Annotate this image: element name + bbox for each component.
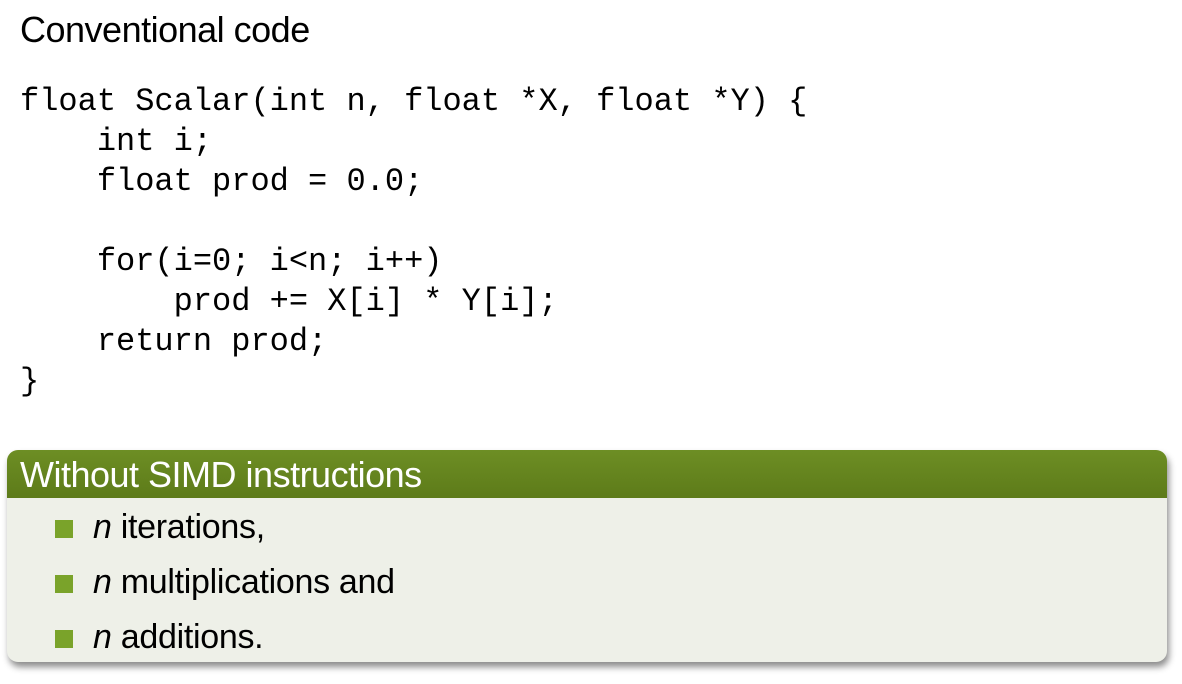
code-line: float prod = 0.0; <box>20 163 424 200</box>
section-heading: Conventional code <box>20 9 310 50</box>
bullet-list: n iterations, n multiplications and n ad… <box>7 498 1167 662</box>
block-title: Without SIMD instructions <box>7 450 1167 498</box>
item-text: n iterations, <box>93 500 265 555</box>
code-line: for(i=0; i<n; i++) <box>20 243 443 280</box>
simd-block: Without SIMD instructions n iterations, … <box>7 450 1167 662</box>
list-item: n additions. <box>7 610 1167 662</box>
code-line: return prod; <box>20 323 328 360</box>
item-text: n multiplications and <box>93 555 395 610</box>
code-line: float Scalar(int n, float *X, float *Y) … <box>20 83 808 120</box>
item-text: n additions. <box>93 610 264 662</box>
square-bullet-icon <box>55 630 73 648</box>
variable-n: n <box>93 563 112 601</box>
square-bullet-icon <box>55 575 73 593</box>
code-line: int i; <box>20 123 213 160</box>
code-line: } <box>20 363 40 400</box>
code-listing: float Scalar(int n, float *X, float *Y) … <box>20 82 807 402</box>
item-label: iterations, <box>111 508 265 546</box>
square-bullet-icon <box>55 520 73 538</box>
variable-n: n <box>93 618 112 656</box>
variable-n: n <box>93 508 112 546</box>
list-item: n multiplications and <box>7 555 1167 610</box>
code-line: prod += X[i] * Y[i]; <box>20 283 558 320</box>
item-label: multiplications and <box>111 563 395 601</box>
list-item: n iterations, <box>7 500 1167 555</box>
item-label: additions. <box>111 618 264 656</box>
